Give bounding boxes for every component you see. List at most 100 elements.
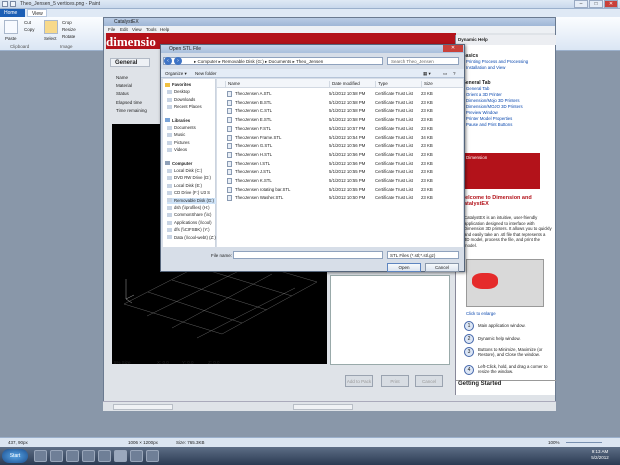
- file-row[interactable]: TheoJensen I.STL 5/1/2012 10:56 PM Certifi…: [217, 160, 433, 169]
- nav-item[interactable]: Music: [167, 132, 216, 138]
- file-row[interactable]: TheoJensen rotating bar.STL 5/1/2012 10:5…: [217, 186, 433, 195]
- nav-item[interactable]: Favorites: [165, 82, 214, 88]
- maximize-button[interactable]: □: [589, 0, 603, 8]
- ie-icon[interactable]: [34, 450, 47, 462]
- cut-button[interactable]: Cut: [24, 20, 31, 25]
- help-icon[interactable]: ?: [453, 71, 456, 76]
- catalystex-statusbar: [103, 401, 556, 411]
- word-icon[interactable]: [82, 450, 95, 462]
- nav-item[interactable]: Local Disk (C:): [167, 168, 216, 174]
- help-link[interactable]: Orient a 3D Printer: [466, 92, 552, 97]
- column-name[interactable]: Name: [225, 81, 329, 87]
- nav-item[interactable]: Computer: [165, 161, 214, 167]
- nav-item[interactable]: CD Drive (F:) U3 S: [167, 190, 216, 196]
- resize-button[interactable]: Resize: [62, 27, 76, 32]
- column-date-modified[interactable]: Date modified: [329, 81, 375, 87]
- file-row[interactable]: TheoJensen G.STL 5/1/2012 10:56 PM Certifi…: [217, 142, 433, 151]
- file-row[interactable]: TheoJensen J.STL 5/1/2012 10:55 PM Certifi…: [217, 168, 433, 177]
- filetype-select[interactable]: STL Files (*.stl;*.stl.gz): [387, 251, 459, 259]
- select-label[interactable]: Select: [44, 36, 57, 41]
- start-button[interactable]: Start: [2, 449, 28, 463]
- nav-item-icon: [165, 118, 170, 123]
- help-link[interactable]: Dimension/Mojo 3D Printers: [466, 98, 552, 103]
- file-row[interactable]: TheoJensen B.STL 5/1/2012 10:58 PM Certifi…: [217, 99, 433, 108]
- minimize-button[interactable]: –: [574, 0, 588, 8]
- add-to-pack-button[interactable]: Add to Pack: [345, 375, 373, 387]
- catalystex-task-icon[interactable]: [130, 450, 143, 462]
- column-type[interactable]: Type: [375, 81, 421, 87]
- tab-home[interactable]: Home: [0, 9, 25, 17]
- app-task-icon[interactable]: [146, 450, 159, 462]
- file-row[interactable]: TheoJensen Frame.STL 5/1/2012 10:54 PM Cer…: [217, 134, 433, 143]
- help-link[interactable]: Dimension/MOJO 3D Printers: [466, 104, 552, 109]
- quick-save-icon[interactable]: [10, 1, 16, 7]
- file-row[interactable]: TheoJensen A.STL 5/1/2012 10:58 PM Certifi…: [217, 90, 433, 99]
- view-options-icon[interactable]: ▦ ▾: [423, 71, 431, 77]
- nav-item[interactable]: Documents: [167, 125, 216, 131]
- file-row[interactable]: TheoJensen H.STL 5/1/2012 10:56 PM Certifi…: [217, 151, 433, 160]
- help-link[interactable]: Installation and View: [466, 65, 552, 70]
- nav-item[interactable]: DVD RW Drive (D:): [167, 175, 216, 181]
- menu-help[interactable]: Help: [160, 27, 169, 32]
- new-folder-button[interactable]: New folder: [195, 71, 217, 76]
- open-button[interactable]: Open: [387, 263, 421, 272]
- crop-button[interactable]: Crop: [62, 20, 72, 25]
- media-player-icon[interactable]: [66, 450, 79, 462]
- column-size[interactable]: Size: [421, 81, 461, 87]
- system-clock[interactable]: 9:13 AM 5/2/2012: [583, 449, 617, 463]
- preview-pane-icon[interactable]: ▭: [443, 71, 447, 77]
- rotate-button[interactable]: Rotate: [62, 34, 75, 39]
- help-link[interactable]: Preview Window: [466, 110, 552, 115]
- address-bar[interactable]: ▸ Computer ▸ Removable Disk (G:) ▸ Docum…: [163, 57, 383, 65]
- back-arrow-icon[interactable]: ‹: [164, 57, 172, 65]
- nav-item[interactable]: Pictures: [167, 140, 216, 146]
- firefox-icon[interactable]: [98, 450, 111, 462]
- nav-item[interactable]: Removable Disk (G:): [167, 197, 216, 204]
- nav-item[interactable]: Local Disk (E:): [167, 183, 216, 189]
- file-row[interactable]: TheoJensen F.STL 5/1/2012 10:57 PM Certifi…: [217, 125, 433, 134]
- menu-edit[interactable]: Edit: [120, 27, 128, 32]
- nav-item[interactable]: Libraries: [165, 118, 214, 124]
- menu-file[interactable]: File: [108, 27, 115, 32]
- file-row[interactable]: TheoJensen C.STL 5/1/2012 10:58 PM Certifi…: [217, 107, 433, 116]
- help-link[interactable]: Printer Model Properties: [466, 116, 552, 121]
- file-row[interactable]: TheoJensen E.STL 5/1/2012 10:58 PM Certifi…: [217, 116, 433, 125]
- tab-view[interactable]: View: [27, 9, 47, 17]
- nav-item[interactable]: Desktop: [167, 89, 216, 95]
- file-row[interactable]: TheoJensen Washer.STL 5/1/2012 10:50 PM Ce…: [217, 194, 433, 203]
- click-to-enlarge-link[interactable]: Click to enlarge: [466, 311, 552, 316]
- search-input[interactable]: Search Theo_Jensen: [387, 57, 459, 65]
- menu-tools[interactable]: Tools: [146, 27, 157, 32]
- menu-view[interactable]: View: [132, 27, 142, 32]
- dialog-close-button[interactable]: ✕: [443, 45, 463, 52]
- nav-item[interactable]: Downloads: [167, 97, 216, 103]
- paste-icon[interactable]: [4, 20, 18, 34]
- nav-item[interactable]: dfs (\\CIFSBK) (Y:): [167, 227, 216, 233]
- select-icon[interactable]: [44, 20, 58, 34]
- paste-label[interactable]: Paste: [5, 36, 17, 41]
- paint-app-icon[interactable]: [2, 1, 8, 7]
- filename-input[interactable]: [233, 251, 383, 259]
- paint-task-icon[interactable]: [114, 450, 127, 462]
- copy-button[interactable]: Copy: [24, 27, 35, 32]
- close-button[interactable]: ✕: [604, 0, 618, 8]
- help-link[interactable]: Pause and Print Buttons: [466, 122, 552, 127]
- help-link[interactable]: Printing Process and Processing: [466, 59, 552, 64]
- cancel-button[interactable]: Cancel: [425, 263, 459, 272]
- nav-item-label: Recent Places: [174, 104, 202, 110]
- file-row[interactable]: TheoJensen K.STL 5/1/2012 10:55 PM Certifi…: [217, 177, 433, 186]
- help-link[interactable]: General Tab: [466, 86, 552, 91]
- explorer-icon[interactable]: [50, 450, 63, 462]
- cancel-print-button[interactable]: Cancel: [415, 375, 443, 387]
- nav-item[interactable]: Applications (\\cool): [167, 220, 216, 226]
- print-button[interactable]: Print: [381, 375, 409, 387]
- nav-item[interactable]: Data (\\cool-webt) (Z:): [167, 235, 216, 241]
- forward-arrow-icon[interactable]: ›: [174, 57, 182, 65]
- zoom-slider[interactable]: [566, 442, 602, 443]
- tab-general[interactable]: General: [110, 58, 150, 67]
- nav-item[interactable]: Recent Places: [167, 104, 216, 110]
- nav-item[interactable]: dsh (\\profiles) (H:): [167, 205, 216, 211]
- organize-button[interactable]: Organize ▾: [165, 71, 187, 77]
- nav-item[interactable]: Videos: [167, 147, 216, 153]
- nav-item[interactable]: CommonShare (\\c): [167, 212, 216, 218]
